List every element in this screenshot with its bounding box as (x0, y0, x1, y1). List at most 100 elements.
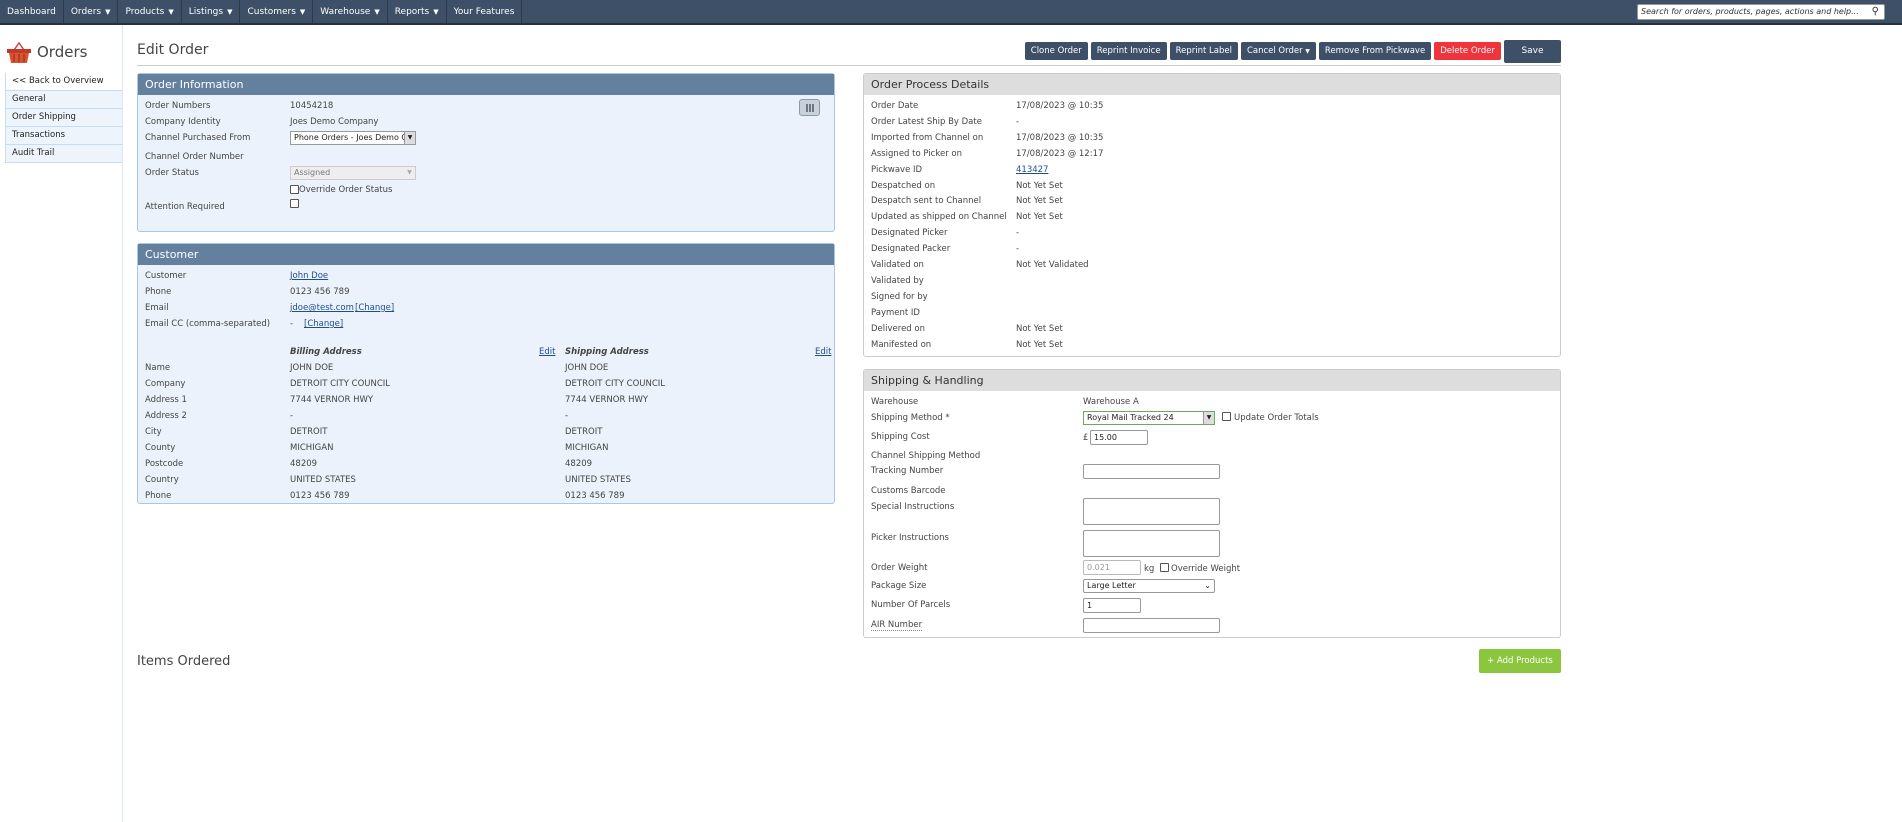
order-status-value: Assigned (294, 168, 331, 177)
pickwave-id-link[interactable]: 413427 (1016, 165, 1048, 175)
nav-orders[interactable]: Orders ▼ (64, 0, 119, 23)
process-value: 17/08/2023 @ 10:35 (1016, 101, 1104, 111)
process-label: Despatched on (871, 180, 936, 191)
label-package-size: Package Size (871, 581, 927, 591)
parcels-input[interactable]: 1 (1083, 598, 1141, 613)
process-label: Payment ID (871, 307, 920, 318)
tracking-number-input[interactable] (1083, 464, 1220, 479)
label-channel-shipping-method: Channel Shipping Method (871, 451, 981, 461)
customer-email-link[interactable]: jdoe@test.com (290, 303, 354, 313)
label-warehouse: Warehouse (871, 397, 919, 407)
nav-your-features[interactable]: Your Features (447, 0, 523, 23)
addr-label: Address 1 (145, 395, 187, 405)
shipping-method-select[interactable]: Royal Mail Tracked 24 ▼ (1083, 411, 1215, 425)
cancel-order-dropdown[interactable]: Cancel Order ▼ (1240, 42, 1316, 60)
override-status-checkbox[interactable] (290, 185, 299, 194)
addr-label: City (145, 427, 162, 437)
override-weight-checkbox[interactable] (1160, 563, 1169, 572)
shipping-value: DETROIT (565, 427, 603, 437)
air-number-input[interactable] (1083, 618, 1220, 633)
addr-label: Phone (145, 491, 172, 501)
nav-label: Products (125, 7, 165, 17)
nav-dashboard[interactable]: Dashboard (0, 0, 64, 23)
sidebar-item-transactions[interactable]: Transactions (5, 127, 123, 145)
caret-down-icon: ▼ (168, 8, 174, 16)
process-label: Imported from Channel on (871, 132, 984, 143)
add-products-button[interactable]: + Add Products (1479, 649, 1561, 673)
label-number-of-parcels: Number Of Parcels (871, 600, 951, 610)
panel-header: Shipping & Handling (864, 370, 1560, 391)
label-tracking-number: Tracking Number (871, 466, 944, 476)
special-instructions-textarea[interactable] (1083, 498, 1220, 525)
label-attention-required: Attention Required (145, 202, 225, 212)
nav-products[interactable]: Products ▼ (118, 0, 182, 23)
page-title: Edit Order (137, 42, 209, 58)
nav-label: Orders (70, 7, 102, 17)
panel-header: Order Information (138, 74, 834, 95)
sidebar-back-to-overview[interactable]: << Back to Overview (5, 73, 123, 91)
change-email-link[interactable]: [Change] (355, 303, 394, 313)
picker-instructions-textarea[interactable] (1083, 530, 1220, 557)
process-label: Validated by (871, 275, 924, 286)
process-label: Designated Picker (871, 228, 948, 239)
remove-from-pickwave-button[interactable]: Remove From Pickwave (1318, 42, 1432, 60)
shipping-address-heading: Shipping Address (565, 347, 649, 357)
order-status-select[interactable]: Assigned ▼ (290, 166, 416, 180)
items-ordered-heading: Items Ordered (137, 654, 231, 669)
clone-order-button[interactable]: Clone Order (1024, 42, 1088, 60)
edit-shipping-link[interactable]: Edit (815, 347, 831, 357)
attention-required-checkbox[interactable] (290, 199, 299, 208)
override-status-label: Override Order Status (299, 185, 393, 195)
sidebar-item-order-shipping[interactable]: Order Shipping (5, 109, 123, 127)
reprint-label-button[interactable]: Reprint Label (1169, 42, 1238, 60)
update-totals-label: Update Order Totals (1234, 413, 1319, 423)
shipping-value: 0123 456 789 (565, 491, 625, 501)
process-value: - (1016, 228, 1020, 239)
customer-phone: 0123 456 789 (290, 287, 350, 297)
label-email-cc: Email CC (comma-separated) (145, 319, 271, 329)
process-label: Validated on (871, 260, 924, 270)
nav-reports[interactable]: Reports ▼ (388, 0, 447, 23)
sidebar-item-general[interactable]: General (5, 91, 123, 109)
package-size-value: Large Letter (1087, 581, 1136, 590)
nav-label: Your Features (453, 7, 515, 17)
nav-listings[interactable]: Listings ▼ (182, 0, 241, 23)
customer-name-link[interactable]: John Doe (290, 271, 328, 281)
shipping-cost-input[interactable]: 15.00 (1090, 430, 1148, 445)
update-totals-checkbox[interactable] (1222, 412, 1231, 421)
sidebar-item-audit-trail[interactable]: Audit Trail (5, 145, 123, 163)
package-size-select[interactable]: Large Letter ⌄ (1083, 579, 1215, 593)
addr-label: Country (145, 475, 179, 485)
process-value: - (1016, 116, 1020, 127)
billing-value: UNITED STATES (290, 475, 356, 485)
change-email-cc-link[interactable]: [Change] (304, 319, 343, 329)
shipping-value: DETROIT CITY COUNCIL (565, 379, 666, 389)
reprint-invoice-button[interactable]: Reprint Invoice (1090, 42, 1167, 60)
order-number: 10454218 (290, 101, 334, 111)
billing-value: 0123 456 789 (290, 491, 350, 501)
process-label: Order Date (871, 101, 919, 111)
process-value: Not Yet Set (1016, 196, 1063, 207)
title-divider (137, 65, 1561, 66)
shipping-value: JOHN DOE (565, 363, 609, 373)
panel-header: Customer (138, 244, 834, 265)
label-channel: Channel Purchased From (145, 133, 251, 143)
order-weight-input[interactable]: 0.021 (1083, 560, 1141, 575)
billing-value: DETROIT CITY COUNCIL (290, 379, 391, 389)
search-input[interactable]: Search for orders, products, pages, acti… (1637, 4, 1885, 20)
shipping-value: MICHIGAN (565, 443, 609, 453)
weight-unit: kg (1144, 564, 1155, 574)
label-customer: Customer (145, 271, 187, 281)
addr-label: Name (145, 363, 171, 373)
delete-order-button[interactable]: Delete Order (1434, 42, 1501, 60)
billing-value: MICHIGAN (290, 443, 334, 453)
edit-billing-link[interactable]: Edit (539, 347, 555, 357)
label-channel-order-number: Channel Order Number (145, 152, 244, 162)
search-icon[interactable]: ⚲ (1872, 5, 1879, 19)
nav-warehouse[interactable]: Warehouse ▼ (313, 0, 388, 23)
save-button[interactable]: Save (1504, 40, 1561, 63)
nav-customers[interactable]: Customers ▼ (240, 0, 314, 23)
channel-select[interactable]: Phone Orders - Joes Demo Cc ▼ (290, 131, 416, 145)
nav-label: Customers (247, 7, 296, 17)
process-label: Assigned to Picker on (871, 148, 962, 159)
